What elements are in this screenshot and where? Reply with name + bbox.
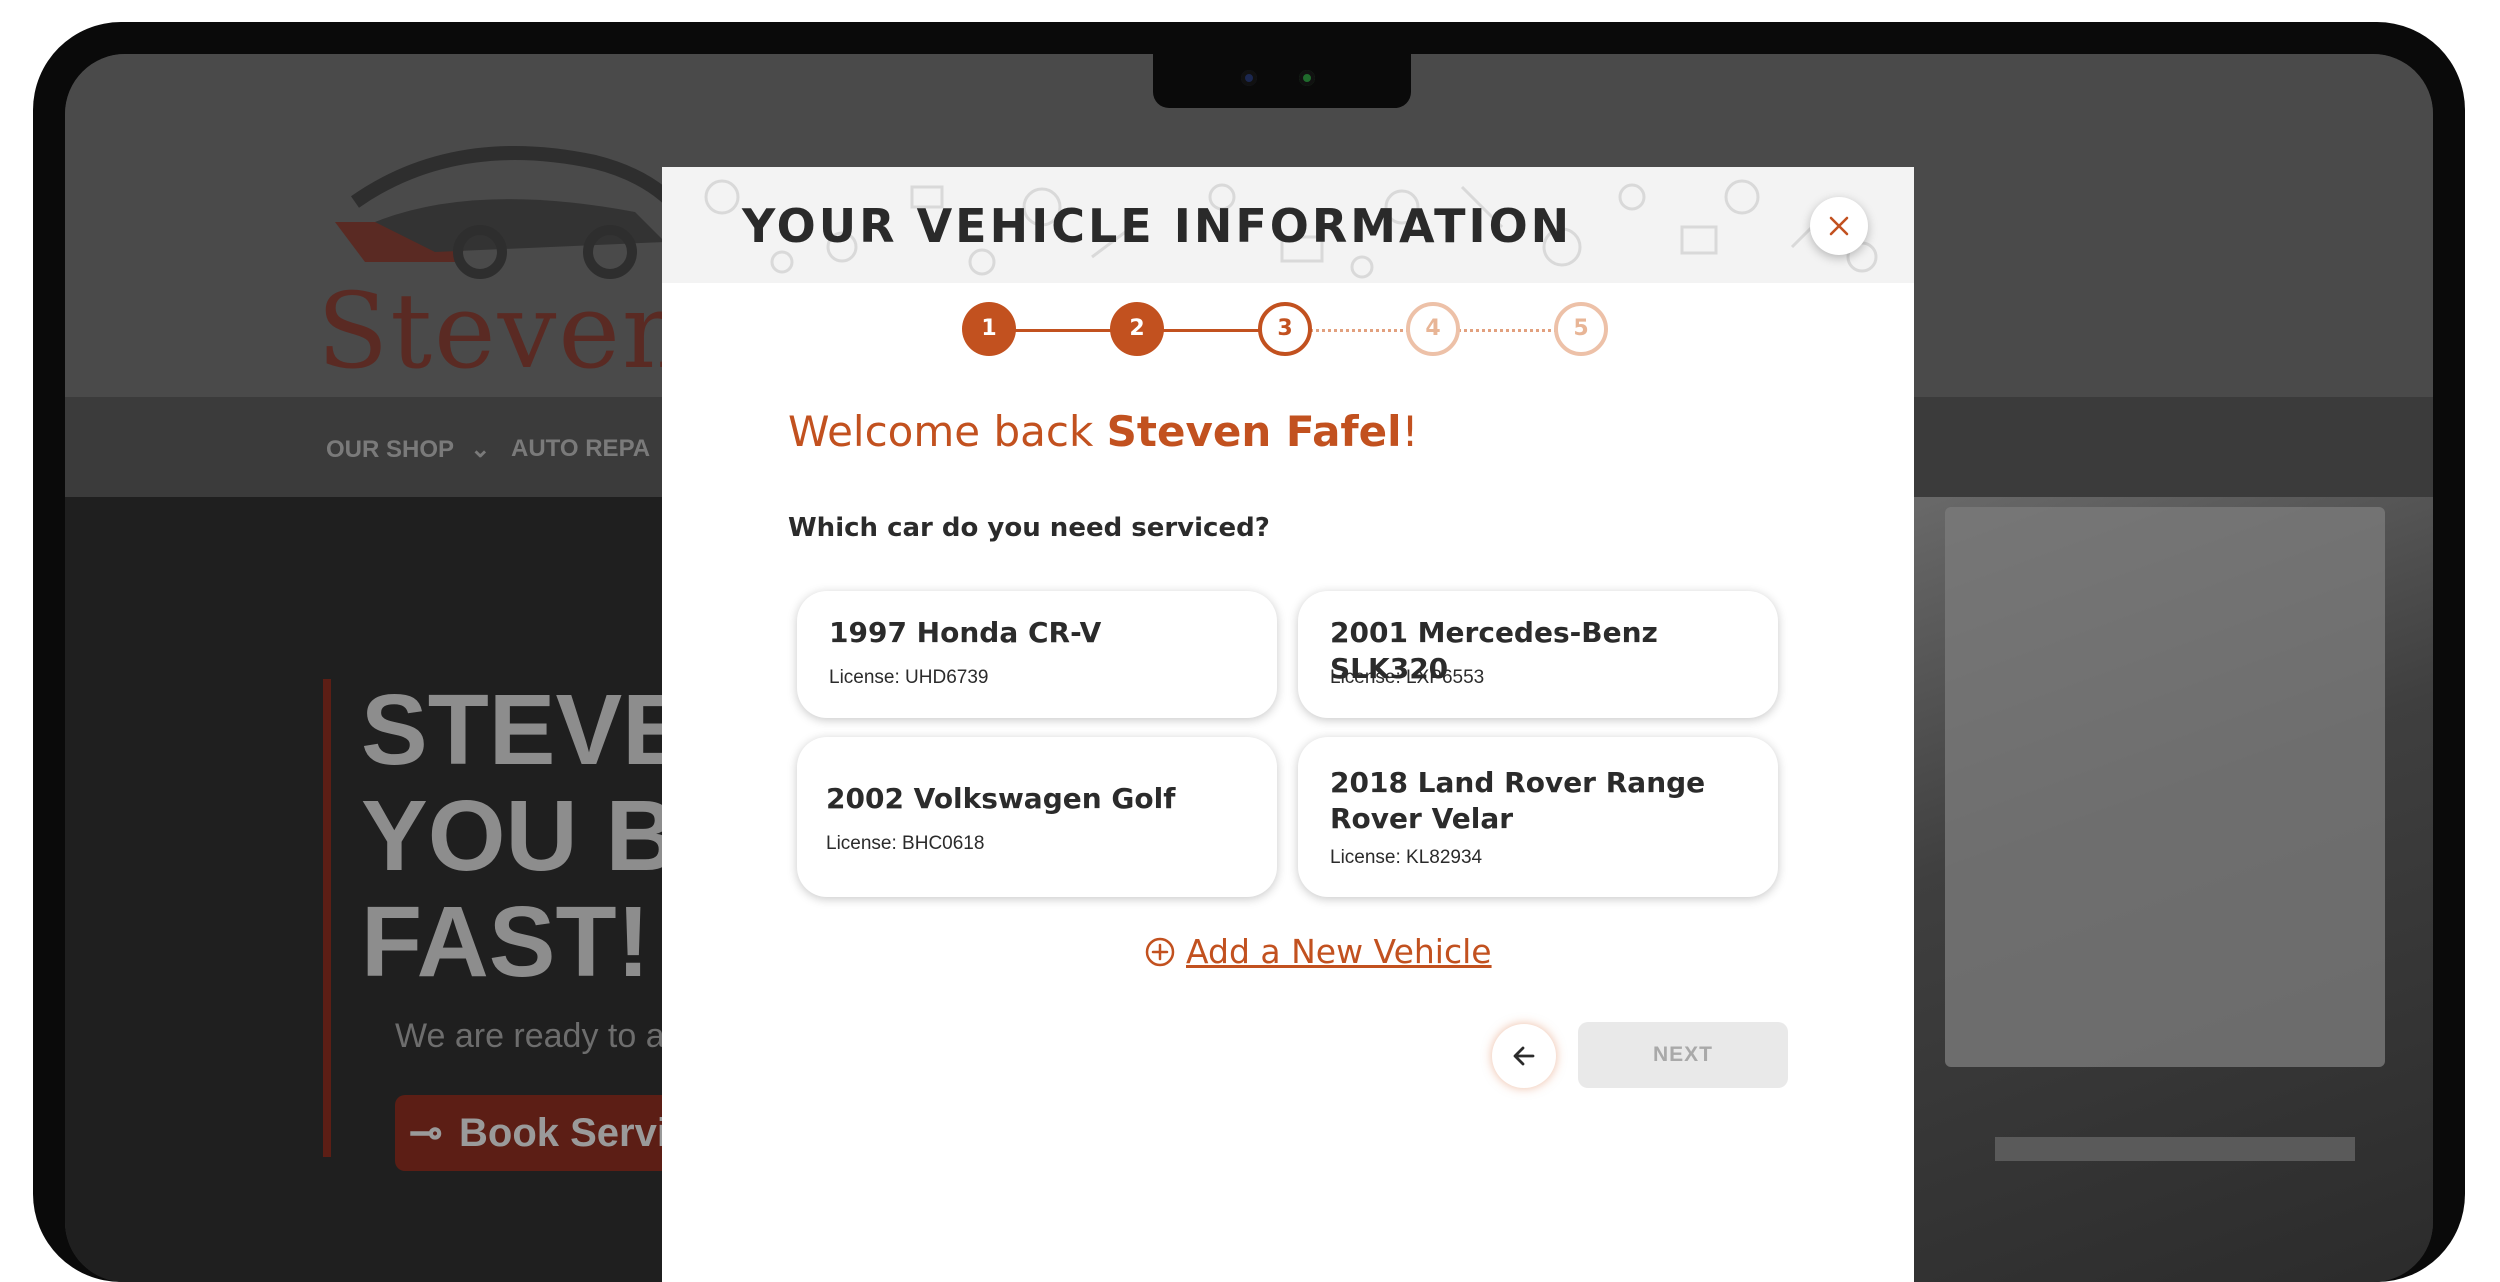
vehicle-name: 2002 Volkswagen Golf	[826, 782, 1176, 815]
progress-stepper: 1 2 3 4 5	[962, 300, 1612, 360]
step-2: 2	[1110, 302, 1164, 356]
camera-indicator-icon	[1299, 70, 1315, 86]
vehicle-license: License: LXP6553	[1330, 667, 1485, 688]
arrow-left-icon	[1513, 1046, 1535, 1066]
back-button[interactable]	[1492, 1024, 1556, 1088]
vehicle-license: License: KL82934	[1330, 847, 1483, 868]
vehicle-card-mercedes[interactable]: 2001 Mercedes-Benz SLK320 License: LXP65…	[1298, 591, 1778, 718]
nav-item-our-shop[interactable]: OUR SHOP ⌄	[326, 435, 490, 464]
step-1: 1	[962, 302, 1016, 356]
tow-truck-image	[1945, 507, 2385, 1067]
vehicle-card-volkswagen[interactable]: 2002 Volkswagen Golf License: BHC0618	[797, 737, 1277, 897]
vehicle-question: Which car do you need serviced?	[788, 513, 1270, 543]
vehicle-license: License: UHD6739	[829, 667, 989, 688]
step-5: 5	[1554, 302, 1608, 356]
welcome-message: Welcome back Steven Fafel!	[788, 407, 1418, 456]
hero-title: STEVE YOU B FAST!	[361, 674, 689, 998]
add-vehicle-label: Add a New Vehicle	[1186, 932, 1492, 971]
camera-lens-icon	[1241, 70, 1257, 86]
nav-item-auto-repair[interactable]: AUTO REPA	[511, 435, 650, 463]
modal-title: YOUR VEHICLE INFORMATION	[742, 199, 1573, 253]
chevron-down-icon: ⌄	[470, 436, 491, 463]
vehicle-name: 2018 Land Rover Range Rover Velar	[1330, 766, 1706, 835]
modal-header: YOUR VEHICLE INFORMATION	[662, 167, 1914, 283]
camera-notch	[1153, 54, 1411, 108]
book-service-button[interactable]: ⊸ Book Servic	[395, 1095, 690, 1171]
step-3: 3	[1258, 302, 1312, 356]
close-button[interactable]	[1810, 197, 1868, 255]
speed-icon: ⊸	[409, 1111, 443, 1155]
laptop-screen: Steven Au OUR SHOP ⌄ AUTO REPA STEVE YOU…	[65, 54, 2433, 1282]
step-4: 4	[1406, 302, 1460, 356]
vehicle-license: License: BHC0618	[826, 833, 985, 854]
hero-accent-bar	[323, 679, 331, 1157]
plus-circle-icon	[1145, 937, 1175, 966]
user-name: Steven Fafel	[1106, 407, 1402, 456]
hero-subtitle: We are ready to as	[395, 1017, 682, 1055]
laptop-frame: Steven Au OUR SHOP ⌄ AUTO REPA STEVE YOU…	[33, 22, 2465, 1282]
logo-car-icon	[335, 146, 691, 279]
add-vehicle-link[interactable]: Add a New Vehicle	[1144, 932, 1492, 971]
welcome-prefix: Welcome back	[788, 407, 1107, 456]
vehicle-card-honda[interactable]: 1997 Honda CR-V License: UHD6739	[797, 591, 1277, 718]
vehicle-info-modal: YOUR VEHICLE INFORMATION 1 2 3 4 5 Welco…	[662, 167, 1914, 1282]
vehicle-card-land-rover[interactable]: 2018 Land Rover Range Rover Velar Licens…	[1298, 737, 1778, 897]
welcome-suffix: !	[1401, 407, 1419, 456]
book-service-label: Book Servic	[459, 1111, 691, 1155]
close-icon	[1829, 216, 1849, 236]
next-button[interactable]: NEXT	[1578, 1022, 1788, 1088]
nav-item-label: OUR SHOP	[326, 436, 454, 463]
vehicle-name: 1997 Honda CR-V	[829, 616, 1102, 649]
lift-rail-image	[1995, 1137, 2355, 1161]
